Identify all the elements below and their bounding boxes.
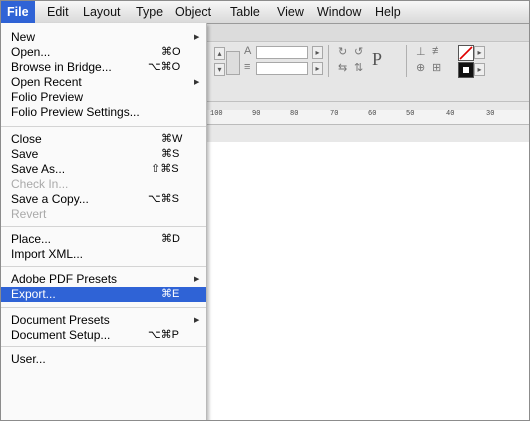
menu-item-document-setup[interactable]: Document Setup... ⌥⌘P xyxy=(1,328,206,343)
stepper-icon[interactable]: ▸ xyxy=(474,46,485,59)
menu-item-save[interactable]: Save ⌘S xyxy=(1,147,206,162)
ruler-label: 60 xyxy=(368,110,377,118)
rotate-icon[interactable]: ↺ xyxy=(354,45,363,58)
ruler-label: 50 xyxy=(406,110,415,118)
menu-item-export[interactable]: Export... ⌘E xyxy=(1,287,206,302)
menu-item-folio-preview[interactable]: Folio Preview xyxy=(1,90,206,105)
flip-icon[interactable]: ⇆ xyxy=(338,61,347,74)
field-input[interactable] xyxy=(256,62,308,75)
ruler-label: 30 xyxy=(486,110,495,118)
menu-item-folio-preview-settings[interactable]: Folio Preview Settings... xyxy=(1,105,206,120)
ruler-label: 40 xyxy=(446,110,455,118)
menu-item-save-as[interactable]: Save As... ⇧⌘S xyxy=(1,162,206,177)
app-window: File Edit Layout Type Object Table View … xyxy=(0,0,530,421)
stepper-icon[interactable]: ▴ xyxy=(214,47,225,60)
menu-item-import-xml[interactable]: Import XML... xyxy=(1,247,206,262)
stroke-swatch-icon[interactable] xyxy=(458,45,474,61)
ruler-label: 70 xyxy=(330,110,339,118)
menu-item-save-copy[interactable]: Save a Copy... ⌥⌘S xyxy=(1,192,206,207)
horizontal-ruler: 100 90 80 70 60 50 40 30 xyxy=(206,110,529,125)
menu-item-revert: Revert xyxy=(11,207,47,221)
menu-bar: File Edit Layout Type Object Table View … xyxy=(1,1,529,24)
menu-item-document-presets[interactable]: Document Presets ▶ xyxy=(1,313,206,328)
menu-layout[interactable]: Layout xyxy=(77,1,127,23)
menu-item-open-recent[interactable]: Open Recent ▶ xyxy=(1,75,206,90)
align-icon[interactable]: ≢ xyxy=(432,45,443,57)
stepper-icon[interactable]: ▾ xyxy=(214,63,225,76)
menu-item-close[interactable]: Close ⌘W xyxy=(1,132,206,147)
menu-divider xyxy=(1,226,206,227)
stepper-icon[interactable]: ▸ xyxy=(312,46,323,59)
control-fields: ▴ ▾ A ≡ ▸ ▸ ↻ ↺ ⇆ ⇅ P ⊥ ≢ ⊕ ⊞ ▸ ▸ xyxy=(206,43,529,102)
menu-item-user[interactable]: User... xyxy=(1,352,206,367)
menu-file[interactable]: File xyxy=(1,1,35,23)
paragraph-icon[interactable]: P xyxy=(372,49,382,70)
field-input[interactable] xyxy=(256,46,308,59)
menu-divider xyxy=(1,266,206,267)
menu-table[interactable]: Table xyxy=(224,1,266,23)
submenu-arrow-icon: ▶ xyxy=(194,34,200,41)
menu-item-browse-bridge[interactable]: Browse in Bridge... ⌥⌘O xyxy=(1,60,206,75)
menu-object[interactable]: Object xyxy=(169,1,217,23)
submenu-arrow-icon: ▶ xyxy=(194,276,200,283)
menu-window[interactable]: Window xyxy=(311,1,367,23)
ruler-label: 90 xyxy=(252,110,261,118)
menu-divider xyxy=(1,126,206,127)
anchor-icon: A xyxy=(244,45,252,57)
menu-view[interactable]: View xyxy=(271,1,310,23)
separator xyxy=(328,45,329,77)
flip-icon[interactable]: ⇅ xyxy=(354,61,363,74)
separator xyxy=(406,45,407,77)
stepper-icon[interactable]: ▸ xyxy=(312,62,323,75)
menu-item-place[interactable]: Place... ⌘D xyxy=(1,232,206,247)
ruler-label: 80 xyxy=(290,110,299,118)
menu-item-open[interactable]: Open... ⌘O xyxy=(1,45,206,60)
menu-help[interactable]: Help xyxy=(369,1,407,23)
ruler-label: 100 xyxy=(210,110,223,118)
align-icon[interactable]: ⊥ xyxy=(416,45,426,58)
submenu-arrow-icon: ▶ xyxy=(194,79,200,86)
rotate-icon[interactable]: ↻ xyxy=(338,45,347,58)
file-menu: New ▶ Open... ⌘O Browse in Bridge... ⌥⌘O Op… xyxy=(1,23,207,420)
menu-edit[interactable]: Edit xyxy=(41,1,75,23)
menu-divider xyxy=(1,307,206,308)
menu-type[interactable]: Type xyxy=(130,1,169,23)
menu-divider xyxy=(1,346,206,347)
stepper-icon[interactable]: ▸ xyxy=(474,63,485,76)
menu-item-adobe-pdf-presets[interactable]: Adobe PDF Presets ▶ xyxy=(1,272,206,287)
distribute-icon[interactable]: ⊞ xyxy=(432,61,441,74)
distribute-icon[interactable]: ⊕ xyxy=(416,61,425,74)
anchor-icon: ≡ xyxy=(244,61,251,73)
fill-swatch-icon[interactable] xyxy=(458,62,474,78)
menu-item-check-in: Check In... xyxy=(11,177,69,191)
frame-icon[interactable] xyxy=(226,51,240,75)
submenu-arrow-icon: ▶ xyxy=(194,317,200,324)
menu-item-new[interactable]: New ▶ xyxy=(1,30,206,45)
